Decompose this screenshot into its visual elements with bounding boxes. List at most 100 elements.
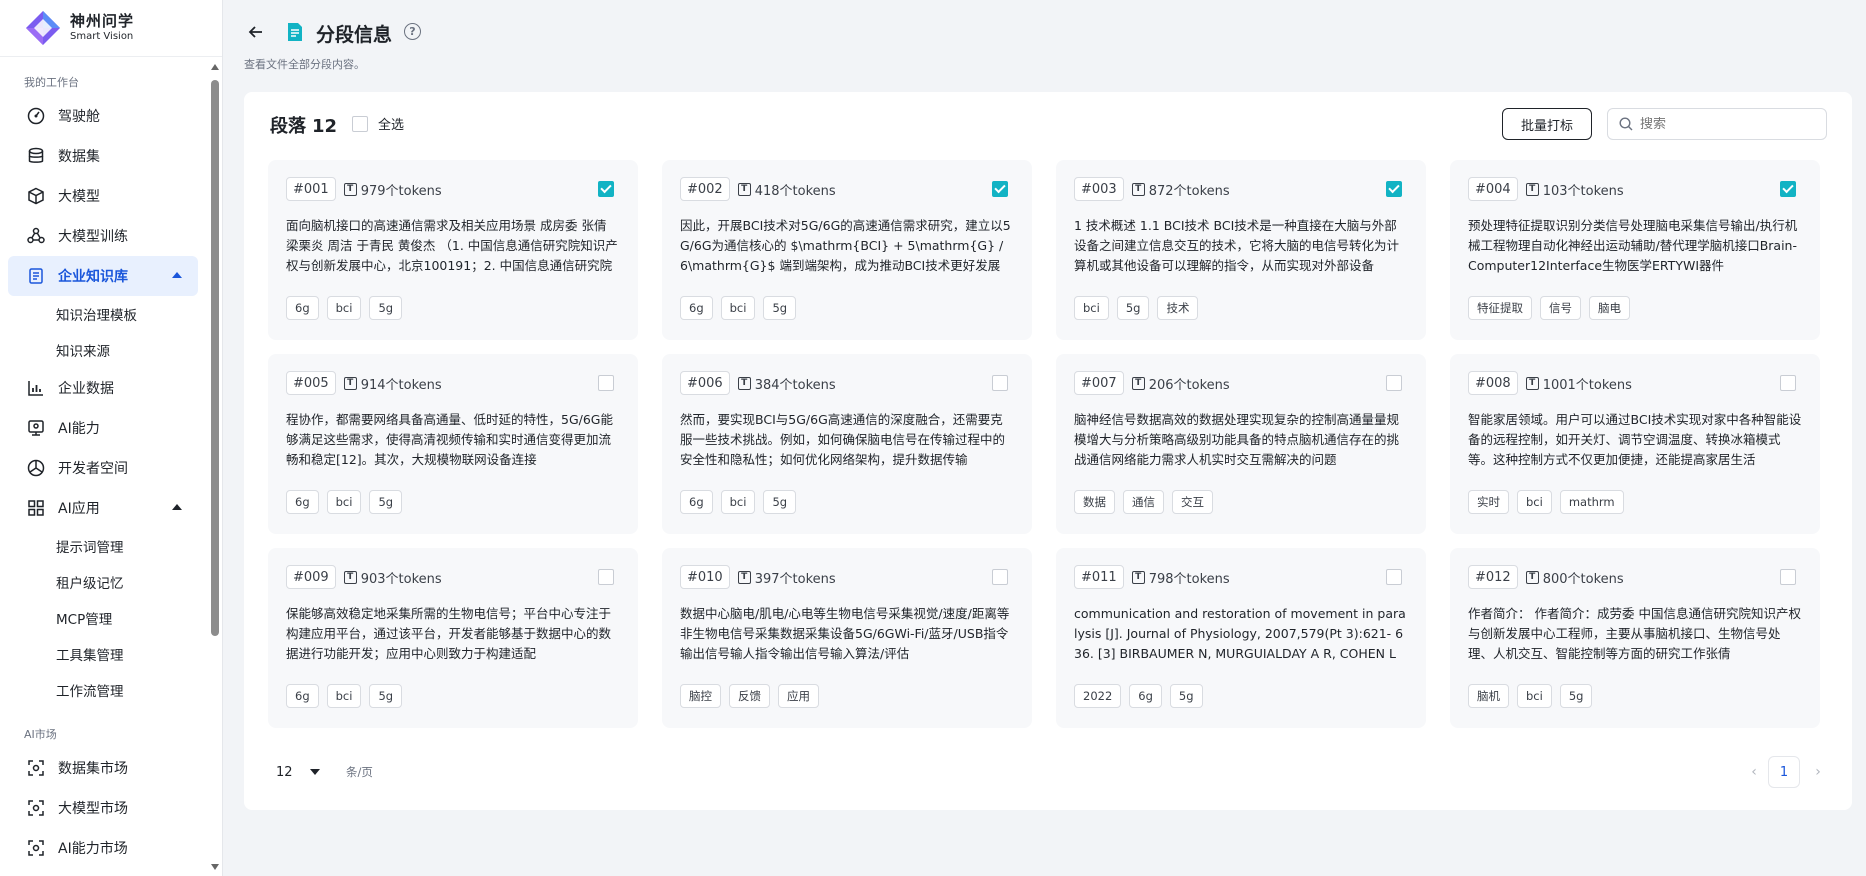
- sidebar-item-model[interactable]: 大模型: [8, 176, 198, 216]
- brand-logo[interactable]: 神州问学 Smart Vision: [0, 0, 222, 57]
- select-all-checkbox[interactable]: [352, 115, 368, 132]
- segment-card-grid: #001 T 979个tokens 面向脑机接口的高速通信需求及相关应用场景 成…: [268, 160, 1830, 728]
- scroll-thumb[interactable]: [211, 80, 219, 636]
- segment-checkbox[interactable]: [598, 569, 614, 585]
- brand-title: 神州问学: [70, 11, 135, 30]
- batch-tag-button[interactable]: 批量打标: [1502, 108, 1592, 140]
- segment-tag: 6g: [680, 490, 713, 514]
- sidebar-item-enterprise-data[interactable]: 企业数据: [8, 368, 198, 408]
- segment-number: #002: [680, 177, 730, 201]
- sidebar-subitem-prompts[interactable]: 提示词管理: [0, 528, 206, 564]
- segment-checkbox[interactable]: [1780, 181, 1796, 197]
- sidebar-item-model-market[interactable]: 大模型市场: [8, 788, 198, 828]
- back-button[interactable]: [244, 20, 268, 44]
- segment-checkbox[interactable]: [1386, 569, 1402, 585]
- segment-card[interactable]: #001 T 979个tokens 面向脑机接口的高速通信需求及相关应用场景 成…: [268, 160, 638, 340]
- arrow-left-icon: [248, 26, 262, 38]
- scan-icon: [26, 798, 46, 818]
- segment-card[interactable]: #012 T 800个tokens 作者简介： 作者简介：成劳委 中国信息通信研…: [1450, 548, 1820, 728]
- prev-page-button[interactable]: ‹: [1746, 764, 1762, 780]
- sidebar-item-dashboard[interactable]: 驾驶舱: [8, 96, 198, 136]
- segment-card[interactable]: #007 T 206个tokens 脑神经信号数据高效的数据处理实现复杂的控制高…: [1056, 354, 1426, 534]
- sidebar-scrollbar[interactable]: [210, 60, 220, 876]
- page-title: 分段信息: [316, 24, 393, 46]
- sidebar-subitem-tools[interactable]: 工具集管理: [0, 636, 206, 672]
- text-token-icon: T: [737, 570, 751, 584]
- sidebar-subitem-template[interactable]: 知识治理模板: [0, 296, 206, 332]
- segment-card[interactable]: #010 T 397个tokens 数据中心脑电/肌电/心电等生物电信号采集视觉…: [662, 548, 1032, 728]
- segment-tag: 5g: [1169, 684, 1203, 708]
- segment-checkbox[interactable]: [1780, 375, 1796, 391]
- sidebar-item-dataset-market[interactable]: 数据集市场: [8, 748, 198, 788]
- segments-panel: 段落 12 全选 批量打标 #001 T 979个tokens 面向脑机接口的高…: [244, 92, 1852, 810]
- segment-number: #007: [1074, 371, 1124, 395]
- segment-tag: bci: [326, 490, 362, 514]
- search-input[interactable]: [1640, 116, 1810, 132]
- sidebar-subitem-mcp[interactable]: MCP管理: [0, 600, 206, 636]
- knowledge-icon: [26, 266, 46, 286]
- segment-card[interactable]: #003 T 872个tokens 1 技术概述 1.1 BCI技术 BCI技术…: [1056, 160, 1426, 340]
- segment-checkbox[interactable]: [992, 569, 1008, 585]
- sidebar-subitem-workflow[interactable]: 工作流管理: [0, 672, 206, 708]
- sidebar-group-market: AI市场: [24, 728, 57, 741]
- segment-tag: 6g: [680, 296, 713, 320]
- segment-card[interactable]: #002 T 418个tokens 因此，开展BCI技术对5G/6G的高速通信需…: [662, 160, 1032, 340]
- sidebar-item-ai-capability[interactable]: AI能力: [8, 408, 198, 448]
- pagination: 12 条/页 ‹ 1 ›: [268, 756, 1828, 788]
- token-count-label: 800个tokens: [1542, 571, 1624, 587]
- segment-card[interactable]: #004 T 103个tokens 预处理特征提取识别分类信号处理脑电采集信号输…: [1450, 160, 1820, 340]
- sidebar-item-knowledge-base[interactable]: 企业知识库: [8, 256, 198, 296]
- search-box[interactable]: [1607, 108, 1827, 140]
- token-count-label: 1001个tokens: [1542, 377, 1632, 393]
- next-page-button[interactable]: ›: [1810, 764, 1826, 780]
- sidebar-menu: 我的工作台 驾驶舱 数据集 大模型 大模型训练 企业知识库 知识治理模板 知识来…: [0, 58, 206, 876]
- sidebar-item-ai-apps[interactable]: AI应用: [8, 488, 198, 528]
- segment-text: 1 技术概述 1.1 BCI技术 BCI技术是一种直接在大脑与外部设备之间建立信…: [1074, 218, 1400, 273]
- segment-checkbox[interactable]: [1386, 181, 1402, 197]
- token-count: T 384个tokens: [737, 374, 836, 393]
- segment-checkbox[interactable]: [1780, 569, 1796, 585]
- sidebar-subitem-source[interactable]: 知识来源: [0, 332, 206, 368]
- text-token-icon: T: [1131, 182, 1145, 196]
- text-token-icon: T: [1525, 570, 1539, 584]
- sidebar: 神州问学 Smart Vision 我的工作台 驾驶舱 数据集 大模型 大模型训…: [0, 0, 223, 876]
- scroll-up-arrow-icon[interactable]: [211, 64, 219, 70]
- current-page-button[interactable]: 1: [1768, 756, 1800, 788]
- token-count: T 1001个tokens: [1525, 374, 1632, 393]
- segment-checkbox[interactable]: [598, 181, 614, 197]
- segment-tag: 应用: [778, 684, 819, 708]
- token-count-label: 384个tokens: [754, 377, 836, 393]
- document-icon: [288, 23, 302, 41]
- segment-card[interactable]: #005 T 914个tokens 程协作，都需要网络具备高通量、低时延的特性，…: [268, 354, 638, 534]
- segment-tags: bci 5g 技术: [1074, 296, 1199, 320]
- segment-checkbox[interactable]: [598, 375, 614, 391]
- sidebar-item-dataset[interactable]: 数据集: [8, 136, 198, 176]
- token-count-label: 979个tokens: [360, 183, 442, 199]
- segment-tags: 2022 6g 5g: [1074, 684, 1203, 708]
- segment-card[interactable]: #006 T 384个tokens 然而，要实现BCI与5G/6G高速通信的深度…: [662, 354, 1032, 534]
- segment-card[interactable]: #009 T 903个tokens 保能够高效稳定地采集所需的生物电信号；平台中…: [268, 548, 638, 728]
- segment-checkbox[interactable]: [992, 181, 1008, 197]
- segment-tag: 脑控: [680, 684, 721, 708]
- segment-checkbox[interactable]: [992, 375, 1008, 391]
- scroll-down-arrow-icon[interactable]: [211, 864, 219, 870]
- sidebar-item-ai-market[interactable]: AI能力市场: [8, 828, 198, 868]
- chevron-up-icon: [172, 272, 182, 278]
- select-all[interactable]: 全选: [352, 114, 404, 133]
- text-token-icon: T: [343, 182, 357, 196]
- segment-tags: 脑机 bci 5g: [1468, 684, 1593, 708]
- help-icon[interactable]: ?: [404, 23, 421, 40]
- sidebar-item-developer[interactable]: 开发者空间: [8, 448, 198, 488]
- sidebar-item-label: 数据集: [58, 149, 100, 165]
- segment-tags: 数据 通信 交互: [1074, 490, 1213, 514]
- segment-tag: bci: [720, 490, 756, 514]
- chevron-up-icon: [172, 504, 182, 510]
- sidebar-item-training[interactable]: 大模型训练: [8, 216, 198, 256]
- panel-title: 段落 12: [270, 112, 337, 138]
- sidebar-subitem-memory[interactable]: 租户级记忆: [0, 564, 206, 600]
- segment-card[interactable]: #011 T 798个tokens communication and rest…: [1056, 548, 1426, 728]
- page-size-select[interactable]: 12: [268, 756, 328, 788]
- segment-checkbox[interactable]: [1386, 375, 1402, 391]
- token-count: T 872个tokens: [1131, 180, 1230, 199]
- segment-card[interactable]: #008 T 1001个tokens 智能家居领域。用户可以通过BCI技术实现对…: [1450, 354, 1820, 534]
